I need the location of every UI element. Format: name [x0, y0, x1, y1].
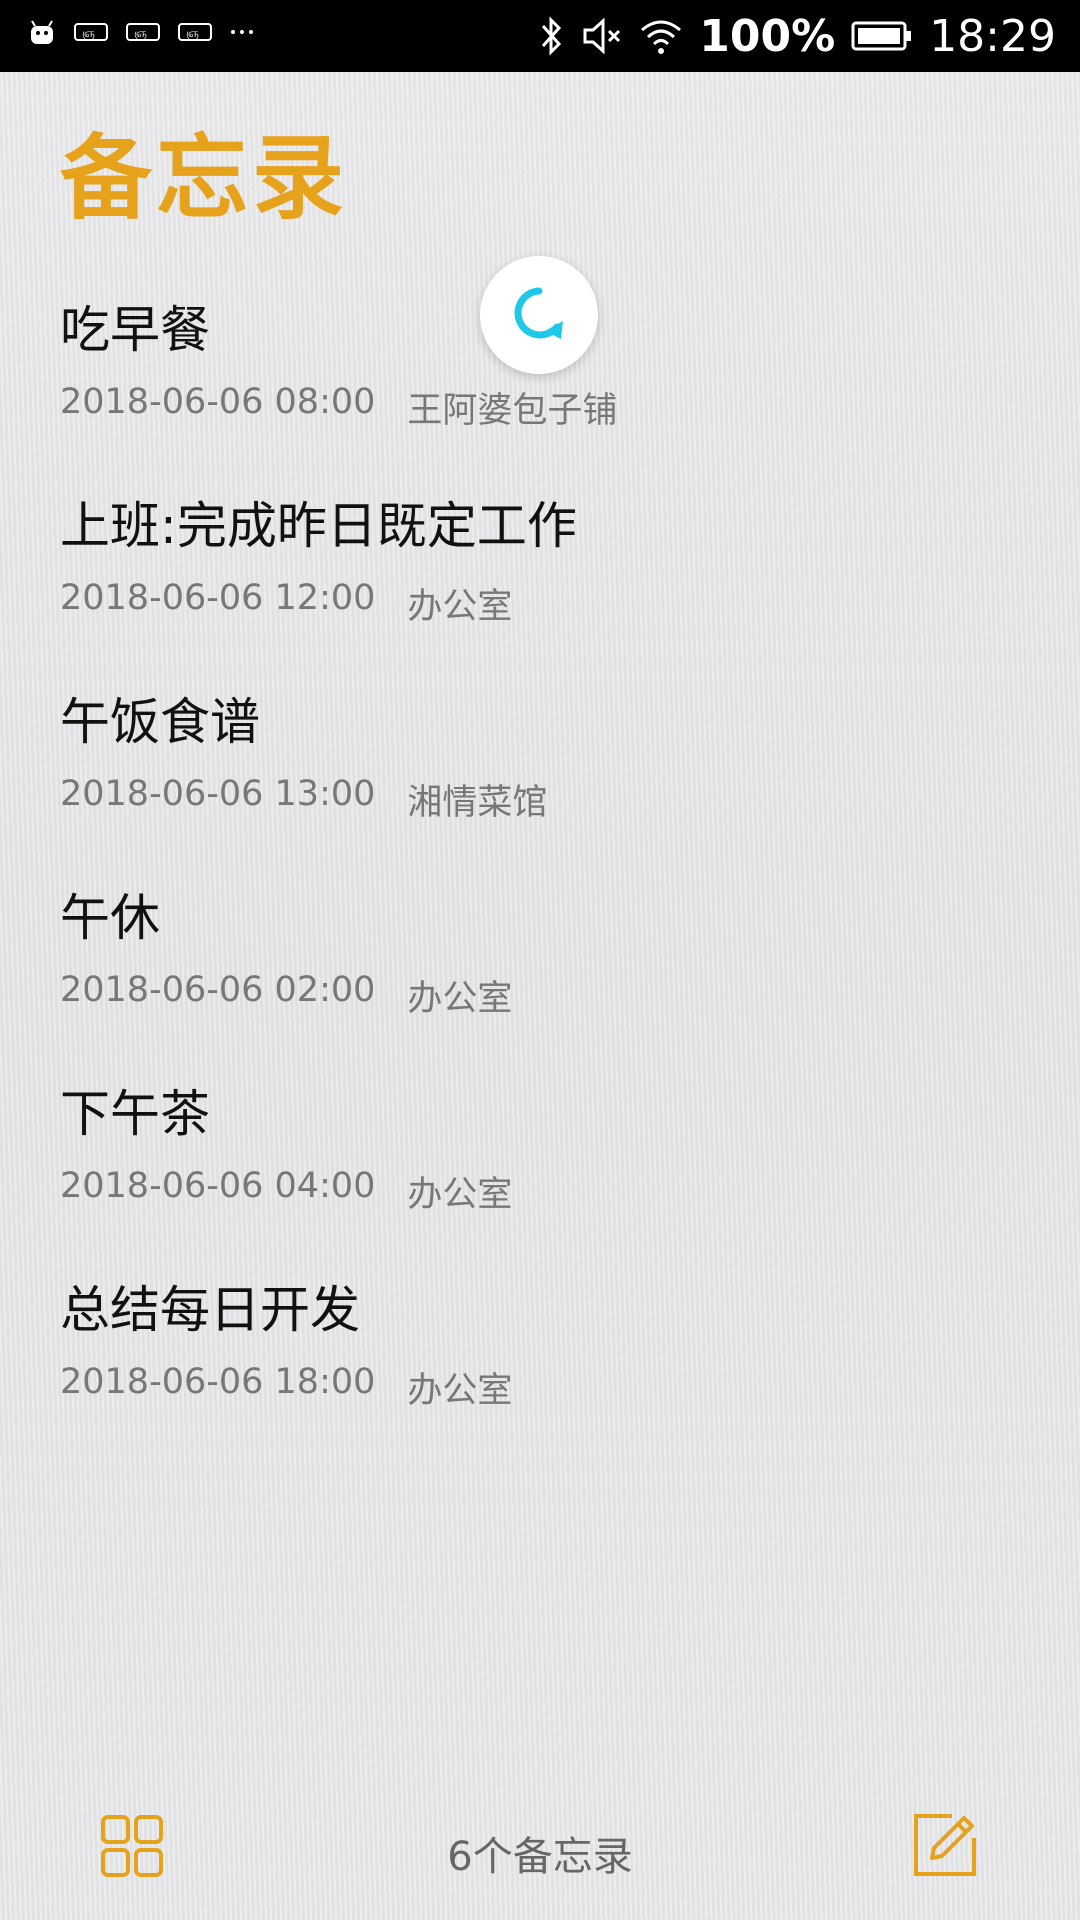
memo-title: 总结每日开发: [60, 1281, 360, 1339]
memo-place: 王阿婆包子铺: [407, 391, 618, 431]
bluetooth-icon: [537, 16, 565, 56]
memo-meta: 2018-06-06 08:00 王阿婆包子铺: [60, 382, 1020, 433]
memo-item[interactable]: 上班:完成昨日既定工作 2018-06-06 12:00 办公室: [60, 496, 1020, 682]
svg-text:ஞ: ஞ: [82, 26, 95, 41]
page-title: 备忘录: [60, 125, 349, 232]
memo-date: 2018-06-06 18:00: [60, 1362, 376, 1402]
memo-title: 吃早餐: [60, 301, 210, 359]
memo-item[interactable]: 午休 2018-06-06 02:00 办公室: [60, 888, 1020, 1074]
memo-item[interactable]: 午饭食谱 2018-06-06 13:00 湘情菜馆: [60, 692, 1020, 878]
memo-place: 办公室: [407, 979, 513, 1019]
memo-date: 2018-06-06 04:00: [60, 1166, 376, 1206]
svg-text:ஞ: ஞ: [186, 26, 199, 41]
memo-meta: 2018-06-06 18:00 办公室: [60, 1362, 1020, 1413]
memo-date: 2018-06-06 02:00: [60, 970, 376, 1010]
memo-meta: 2018-06-06 02:00 办公室: [60, 970, 1020, 1021]
memo-title: 午休: [60, 889, 160, 947]
memo-date: 2018-06-06 12:00: [60, 578, 376, 618]
more-dots-icon: [230, 28, 254, 36]
notification-icon: ஞ: [74, 21, 108, 43]
mute-icon: [581, 16, 623, 56]
wifi-icon: [639, 16, 683, 56]
memo-place: 办公室: [407, 587, 513, 627]
bottom-bar: 6个备忘录: [0, 1800, 1080, 1890]
new-memo-button[interactable]: [912, 1812, 978, 1878]
status-left: ஞ ஞ ஞ: [28, 18, 254, 46]
memo-list: 吃早餐 2018-06-06 08:00 王阿婆包子铺 上班:完成昨日既定工作 …: [60, 290, 1020, 1466]
memo-place: 湘情菜馆: [407, 783, 548, 823]
memo-meta: 2018-06-06 12:00 办公室: [60, 578, 1020, 629]
clock: 18:29: [929, 10, 1056, 62]
edit-icon: [912, 1814, 978, 1882]
memo-title: 下午茶: [60, 1085, 210, 1143]
memo-place: 办公室: [407, 1175, 513, 1215]
memo-item[interactable]: 下午茶 2018-06-06 04:00 办公室: [60, 1084, 1020, 1270]
memo-place: 办公室: [407, 1371, 513, 1411]
battery-percent: 100%: [699, 10, 836, 62]
memo-title: 午饭食谱: [60, 693, 260, 751]
svg-text:ஞ: ஞ: [134, 26, 147, 41]
memo-date: 2018-06-06 13:00: [60, 774, 376, 814]
notification-icon: ஞ: [178, 21, 212, 43]
battery-icon: [851, 20, 913, 52]
memo-meta: 2018-06-06 04:00 办公室: [60, 1166, 1020, 1217]
memo-item[interactable]: 总结每日开发 2018-06-06 18:00 办公室: [60, 1280, 1020, 1466]
status-right: 100% 18:29: [537, 8, 1056, 64]
status-bar: ஞ ஞ ஞ 100% 18:29: [0, 0, 1080, 72]
memo-title: 上班:完成昨日既定工作: [60, 497, 577, 555]
notification-icon: ஞ: [126, 21, 160, 43]
memo-meta: 2018-06-06 13:00 湘情菜馆: [60, 774, 1020, 825]
memo-date: 2018-06-06 08:00: [60, 382, 376, 422]
android-icon: [28, 18, 56, 46]
memo-item[interactable]: 吃早餐 2018-06-06 08:00 王阿婆包子铺: [60, 300, 1020, 486]
